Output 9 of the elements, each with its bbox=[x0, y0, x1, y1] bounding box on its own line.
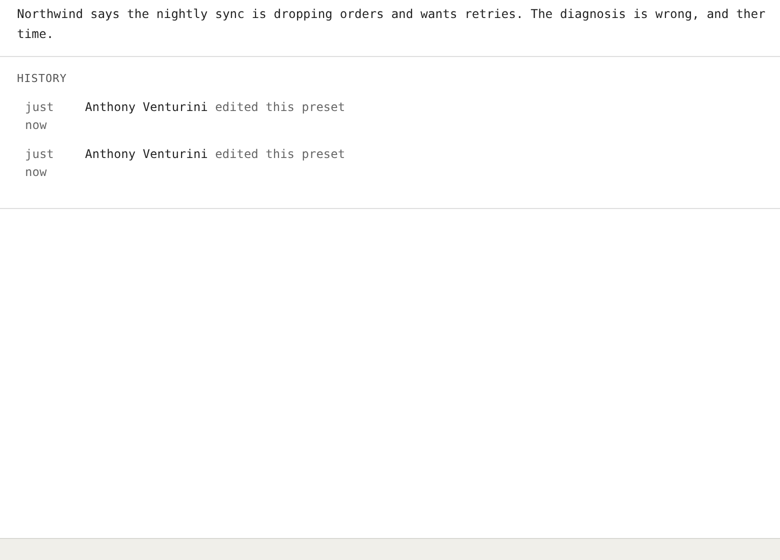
author-name: Anthony Venturini bbox=[85, 146, 208, 160]
history-action: edited this preset bbox=[215, 146, 346, 160]
description-text: time. bbox=[17, 26, 55, 43]
author-name: Anthony Venturini bbox=[85, 100, 208, 114]
timestamp: just now bbox=[25, 98, 55, 134]
section-heading: HISTORY bbox=[17, 71, 68, 87]
timestamp: just now bbox=[25, 146, 55, 180]
history-action: edited this preset bbox=[215, 100, 346, 114]
description-text: Northwind says the nightly sync is dropping orders and wants retries. The diagnosis is wrong, and ther bbox=[17, 6, 766, 23]
